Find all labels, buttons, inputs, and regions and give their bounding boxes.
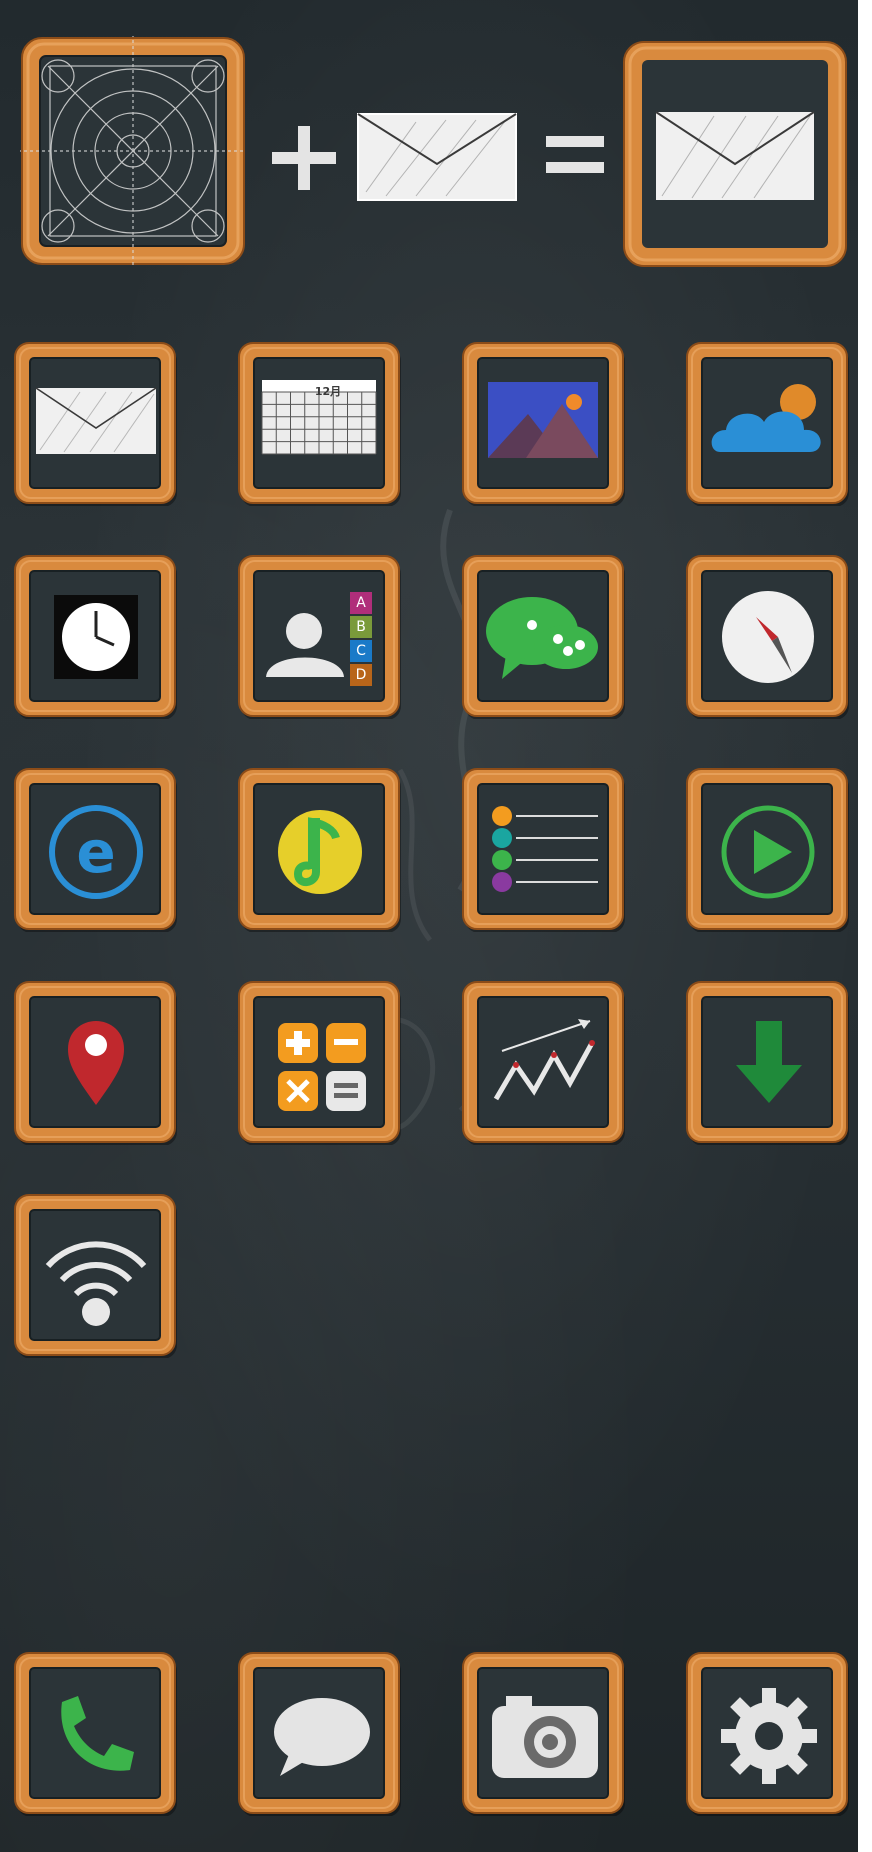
weather-icon	[686, 342, 849, 506]
app-tile-stocks[interactable]	[462, 981, 626, 1145]
template-tile	[20, 36, 246, 266]
app-tile-wifi[interactable]	[14, 1194, 178, 1358]
chalkboard-background: e 12月 A B C D	[0, 0, 858, 1852]
stocks-icon	[462, 981, 625, 1145]
app-tile-map-pin[interactable]	[14, 981, 178, 1145]
mail-icon	[623, 41, 847, 267]
calendar-month-label: 12月	[314, 385, 342, 398]
contact-letter-d: D	[350, 664, 372, 686]
download-icon	[686, 981, 849, 1145]
photos-icon	[462, 342, 625, 506]
browser-icon: e	[14, 768, 177, 932]
equals-sign	[546, 136, 604, 173]
music-icon	[238, 768, 401, 932]
app-tile-compass[interactable]	[686, 555, 850, 719]
app-tile-list[interactable]	[462, 768, 626, 932]
mail-icon	[14, 342, 177, 506]
app-tile-download[interactable]	[686, 981, 850, 1145]
plus-sign	[272, 126, 336, 190]
app-tile-play[interactable]	[686, 768, 850, 932]
clock-icon	[14, 555, 177, 719]
app-tile-weather[interactable]	[686, 342, 850, 506]
app-tile-clock[interactable]	[14, 555, 178, 719]
contact-letter-b: B	[350, 616, 372, 638]
mail-icon	[357, 113, 517, 201]
phone-icon	[14, 1652, 177, 1816]
list-icon	[462, 768, 625, 932]
app-tile-calendar[interactable]	[238, 342, 402, 506]
app-tile-settings[interactable]	[686, 1652, 850, 1816]
contact-letter-c: C	[350, 640, 372, 662]
app-tile-calculator[interactable]	[238, 981, 402, 1145]
contacts-icon	[238, 555, 401, 719]
app-tile-mail[interactable]	[14, 342, 178, 506]
app-tile-photos[interactable]	[462, 342, 626, 506]
chat-icon	[462, 555, 625, 719]
messages-icon	[238, 1652, 401, 1816]
svg-text:e: e	[76, 818, 115, 886]
settings-icon	[686, 1652, 849, 1816]
camera-icon	[462, 1652, 625, 1816]
calculator-icon	[238, 981, 401, 1145]
header-mail	[356, 112, 518, 202]
wifi-icon	[14, 1194, 177, 1358]
contact-letter-a: A	[350, 592, 372, 614]
map-pin-icon	[14, 981, 177, 1145]
play-icon	[686, 768, 849, 932]
result-tile[interactable]	[622, 40, 848, 268]
app-tile-phone[interactable]	[14, 1652, 178, 1816]
app-tile-contacts[interactable]	[238, 555, 402, 719]
calendar-icon	[238, 342, 401, 506]
app-tile-chat[interactable]	[462, 555, 626, 719]
grid-template-icon	[20, 36, 246, 266]
app-tile-browser[interactable]: e	[14, 768, 178, 932]
app-tile-camera[interactable]	[462, 1652, 626, 1816]
app-tile-messages[interactable]	[238, 1652, 402, 1816]
app-tile-music[interactable]	[238, 768, 402, 932]
compass-icon	[686, 555, 849, 719]
